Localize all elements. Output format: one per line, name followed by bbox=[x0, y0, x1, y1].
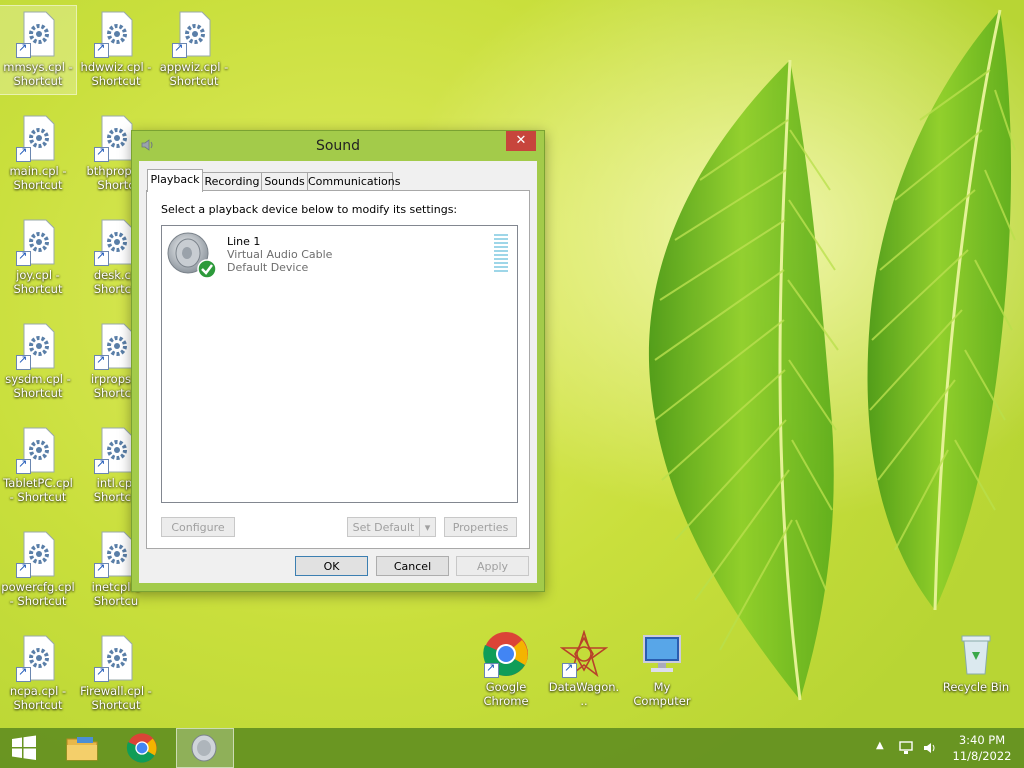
volume-level-meter bbox=[494, 234, 508, 274]
desktop-icon-google-chrome[interactable]: Google Chrome bbox=[468, 626, 544, 714]
tab-label: Communications bbox=[308, 175, 401, 188]
control-panel-shortcut-icon bbox=[14, 530, 62, 578]
taskbar: ▲ 3:40 PM 11/8/2022 bbox=[0, 728, 1024, 768]
desktop-icon-main[interactable]: main.cpl - Shortcut bbox=[0, 110, 76, 198]
control-panel-shortcut-icon bbox=[14, 218, 62, 266]
control-panel-shortcut-icon bbox=[14, 426, 62, 474]
button-label: Properties bbox=[452, 521, 509, 534]
chrome-icon bbox=[126, 733, 157, 763]
close-button[interactable]: ✕ bbox=[506, 131, 536, 151]
desktop-icon-label: My Computer bbox=[633, 680, 691, 708]
desktop-icon-ncpa[interactable]: ncpa.cpl - Shortcut bbox=[0, 630, 76, 718]
button-label: Cancel bbox=[393, 560, 432, 573]
control-panel-shortcut-icon bbox=[170, 10, 218, 58]
configure-button[interactable]: Configure bbox=[161, 517, 235, 537]
set-default-button[interactable]: Set Default bbox=[347, 517, 420, 537]
tab-playback[interactable]: Playback bbox=[147, 169, 203, 192]
system-tray: ▲ bbox=[872, 728, 942, 768]
desktop-icon-datawagon[interactable]: DataWagon... bbox=[546, 626, 622, 714]
button-label: Apply bbox=[476, 560, 509, 573]
apply-button[interactable]: Apply bbox=[456, 556, 529, 576]
taskbar-clock[interactable]: 3:40 PM 11/8/2022 bbox=[952, 732, 1012, 764]
desktop-icon-joy[interactable]: joy.cpl - Shortcut bbox=[0, 214, 76, 302]
properties-button[interactable]: Properties bbox=[444, 517, 517, 537]
speaker-icon bbox=[191, 734, 217, 762]
playback-tab-panel: Select a playback device below to modify… bbox=[146, 190, 530, 549]
tab-sounds[interactable]: Sounds bbox=[261, 172, 308, 191]
control-panel-shortcut-icon bbox=[92, 634, 140, 682]
desktop-icon-label: powercfg.cpl - Shortcut bbox=[1, 580, 75, 608]
clock-date: 11/8/2022 bbox=[952, 749, 1012, 763]
desktop-icon-mmsys[interactable]: mmsys.cpl - Shortcut bbox=[0, 5, 77, 95]
control-panel-shortcut-icon bbox=[14, 114, 62, 162]
playback-device-list[interactable]: Line 1 Virtual Audio Cable Default Devic… bbox=[161, 225, 518, 503]
desktop-icon-label: appwiz.cpl - Shortcut bbox=[159, 60, 229, 88]
device-status: Default Device bbox=[227, 261, 309, 274]
control-panel-shortcut-icon bbox=[14, 634, 62, 682]
control-panel-shortcut-icon bbox=[14, 322, 62, 370]
desktop-icon-hdwwiz[interactable]: hdwwiz.cpl - Shortcut bbox=[78, 6, 154, 94]
desktop-icon-powercfg[interactable]: powercfg.cpl - Shortcut bbox=[0, 526, 76, 614]
datawagon-star-icon bbox=[559, 629, 609, 678]
close-icon: ✕ bbox=[515, 133, 527, 148]
button-label: OK bbox=[323, 560, 340, 573]
computer-monitor-icon bbox=[638, 630, 686, 678]
chevron-down-icon: ▾ bbox=[424, 521, 431, 534]
device-type: Virtual Audio Cable bbox=[227, 248, 333, 261]
desktop-icon-label: ncpa.cpl - Shortcut bbox=[9, 684, 67, 712]
desktop-icon-label: hdwwiz.cpl - Shortcut bbox=[80, 60, 152, 88]
taskbar-sound-window[interactable] bbox=[176, 728, 234, 768]
desktop-icon-label: mmsys.cpl - Shortcut bbox=[3, 60, 73, 88]
desktop-icon-label: main.cpl - Shortcut bbox=[9, 164, 67, 192]
desktop-icon-tabletpc[interactable]: TabletPC.cpl - Shortcut bbox=[0, 422, 76, 510]
dialog-body: Playback Recording Sounds Communications… bbox=[139, 161, 537, 583]
desktop-icon-label: sysdm.cpl - Shortcut bbox=[5, 372, 71, 400]
tab-label: Sounds bbox=[264, 175, 305, 188]
tab-label: Recording bbox=[204, 175, 260, 188]
desktop-icon-sysdm[interactable]: sysdm.cpl - Shortcut bbox=[0, 318, 76, 406]
taskbar-file-explorer[interactable] bbox=[56, 728, 108, 768]
dialog-title: Sound bbox=[315, 138, 361, 154]
control-panel-shortcut-icon bbox=[92, 10, 140, 58]
start-button[interactable] bbox=[0, 728, 48, 768]
clock-time: 3:40 PM bbox=[958, 733, 1006, 747]
desktop-icon-label: joy.cpl - Shortcut bbox=[13, 268, 63, 296]
desktop-icon-recycle-bin[interactable]: Recycle Bin bbox=[938, 626, 1014, 714]
desktop-icon-label: Recycle Bin bbox=[942, 680, 1010, 694]
control-panel-shortcut-icon bbox=[14, 10, 62, 58]
desktop-icon-label: DataWagon... bbox=[548, 680, 620, 708]
desktop-icon-label: Firewall.cpl - Shortcut bbox=[80, 684, 152, 712]
button-label: Configure bbox=[171, 521, 225, 534]
dialog-titlebar[interactable]: Sound ✕ bbox=[132, 131, 544, 159]
instruction-text: Select a playback device below to modify… bbox=[161, 203, 458, 216]
tab-label: Playback bbox=[150, 173, 200, 186]
file-explorer-icon bbox=[66, 737, 98, 761]
windows-start-icon bbox=[12, 735, 36, 760]
show-hidden-icons-icon[interactable]: ▲ bbox=[876, 740, 884, 751]
desktop-icon-appwiz[interactable]: appwiz.cpl - Shortcut bbox=[156, 6, 232, 94]
button-label: Set Default bbox=[352, 521, 415, 534]
chrome-icon bbox=[482, 630, 530, 678]
recycle-bin-icon bbox=[952, 630, 1000, 678]
taskbar-chrome[interactable] bbox=[116, 728, 168, 768]
cancel-button[interactable]: Cancel bbox=[376, 556, 449, 576]
device-list-item[interactable]: Line 1 Virtual Audio Cable Default Devic… bbox=[166, 231, 511, 281]
tab-recording[interactable]: Recording bbox=[202, 172, 262, 191]
desktop-icon-firewall[interactable]: Firewall.cpl - Shortcut bbox=[78, 630, 154, 718]
desktop-icon-label: Google Chrome bbox=[483, 680, 529, 708]
volume-icon[interactable] bbox=[922, 740, 938, 756]
device-name: Line 1 bbox=[227, 235, 261, 248]
network-icon[interactable] bbox=[898, 740, 914, 756]
desktop-icon-my-computer[interactable]: My Computer bbox=[624, 626, 700, 714]
desktop-icon-label: TabletPC.cpl - Shortcut bbox=[3, 476, 73, 504]
ok-button[interactable]: OK bbox=[295, 556, 368, 576]
speaker-device-icon bbox=[167, 232, 217, 279]
sound-dialog: Sound ✕ Playback Recording Sounds Commun… bbox=[131, 130, 545, 592]
set-default-dropdown[interactable]: ▾ bbox=[419, 517, 436, 537]
tab-communications[interactable]: Communications bbox=[307, 172, 400, 191]
